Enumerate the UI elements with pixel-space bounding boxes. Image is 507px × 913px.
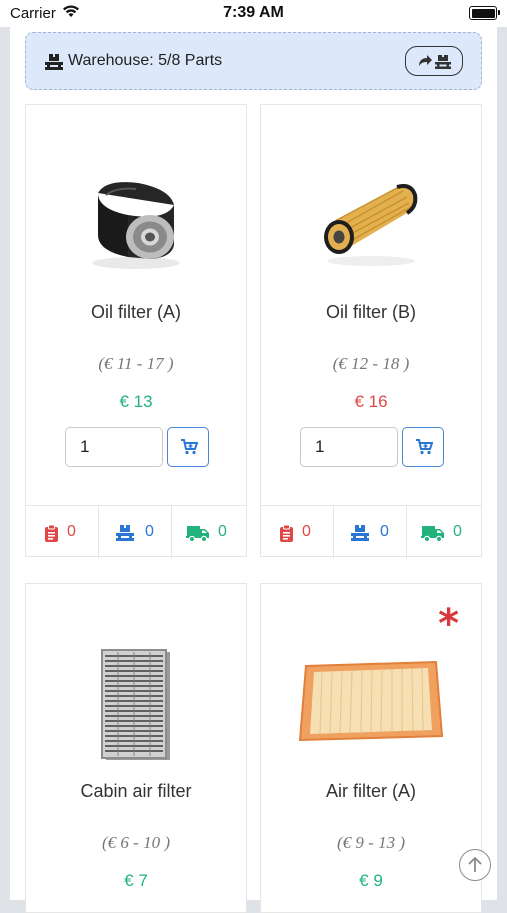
product-name: Oil filter (A) <box>91 302 181 322</box>
warehouse-banner: Warehouse: 5/8 Parts <box>25 32 482 90</box>
status-bar: Carrier 7:39 AM <box>0 0 507 27</box>
arrow-up-icon <box>468 856 482 872</box>
warehouse-count-label: Warehouse: 5/8 Parts <box>68 52 223 69</box>
product-card[interactable]: Oil filter (A) (€ 11 - 17 ) € 13 0 <box>25 104 247 558</box>
product-name: Cabin air filter <box>80 781 192 801</box>
orders-stat[interactable]: 0 <box>26 506 99 558</box>
add-to-cart-button[interactable] <box>167 427 209 467</box>
scroll-to-top-button[interactable] <box>459 849 491 881</box>
warehouse-icon <box>351 525 369 541</box>
delivery-count: 0 <box>453 523 462 540</box>
product-card[interactable]: * Air filter (A) (€ 9 - 13 ) € 9 <box>260 583 482 913</box>
price-range: (€ 12 - 18 ) <box>332 354 410 373</box>
warehouse-count: 0 <box>380 523 389 540</box>
delivery-count: 0 <box>218 523 227 540</box>
delivery-truck-icon <box>421 526 444 542</box>
delivery-stat[interactable]: 0 <box>407 506 480 558</box>
stats-bar: 0 0 0 <box>26 505 246 558</box>
clipboard-icon <box>280 524 293 542</box>
clock: 7:39 AM <box>223 4 284 21</box>
clipboard-icon <box>45 524 58 542</box>
delivery-stat[interactable]: 0 <box>172 506 245 558</box>
orders-stat[interactable]: 0 <box>261 506 334 558</box>
warehouse-transfer-button[interactable] <box>405 46 463 76</box>
warehouse-stat[interactable]: 0 <box>99 506 172 558</box>
quantity-input[interactable] <box>65 427 163 467</box>
add-to-cart-button[interactable] <box>402 427 444 467</box>
oil-filter-black-image <box>26 165 246 275</box>
warehouse-icon <box>45 54 63 70</box>
oil-filter-cartridge-image <box>261 175 481 270</box>
price-value: € 9 <box>359 871 383 890</box>
product-name: Air filter (A) <box>326 781 416 801</box>
cart-icon <box>181 439 198 455</box>
cart-icon <box>416 439 433 455</box>
warehouse-count: 0 <box>145 523 154 540</box>
forward-warehouse-icon <box>419 55 451 69</box>
required-marker: * <box>438 601 459 647</box>
product-name: Oil filter (B) <box>326 302 416 322</box>
product-list[interactable]: Warehouse: 5/8 Parts Oil filter (A) (€ 1… <box>10 27 497 913</box>
battery-icon <box>469 6 500 20</box>
price-value: € 16 <box>354 392 388 411</box>
orders-count: 0 <box>67 523 76 540</box>
price-value: € 7 <box>124 871 148 890</box>
air-filter-panel-image <box>261 656 481 746</box>
price-range: (€ 9 - 13 ) <box>337 833 405 852</box>
price-range: (€ 6 - 10 ) <box>102 833 170 852</box>
quantity-input[interactable] <box>300 427 398 467</box>
cabin-air-filter-image <box>26 648 246 763</box>
warehouse-stat[interactable]: 0 <box>334 506 407 558</box>
product-card[interactable]: Cabin air filter (€ 6 - 10 ) € 7 <box>25 583 247 913</box>
price-value: € 13 <box>119 392 153 411</box>
delivery-truck-icon <box>186 526 209 542</box>
orders-count: 0 <box>302 523 311 540</box>
stats-bar: 0 0 0 <box>261 505 481 558</box>
warehouse-icon <box>116 525 134 541</box>
price-range: (€ 11 - 17 ) <box>98 354 174 373</box>
product-card[interactable]: Oil filter (B) (€ 12 - 18 ) € 16 0 <box>260 104 482 558</box>
